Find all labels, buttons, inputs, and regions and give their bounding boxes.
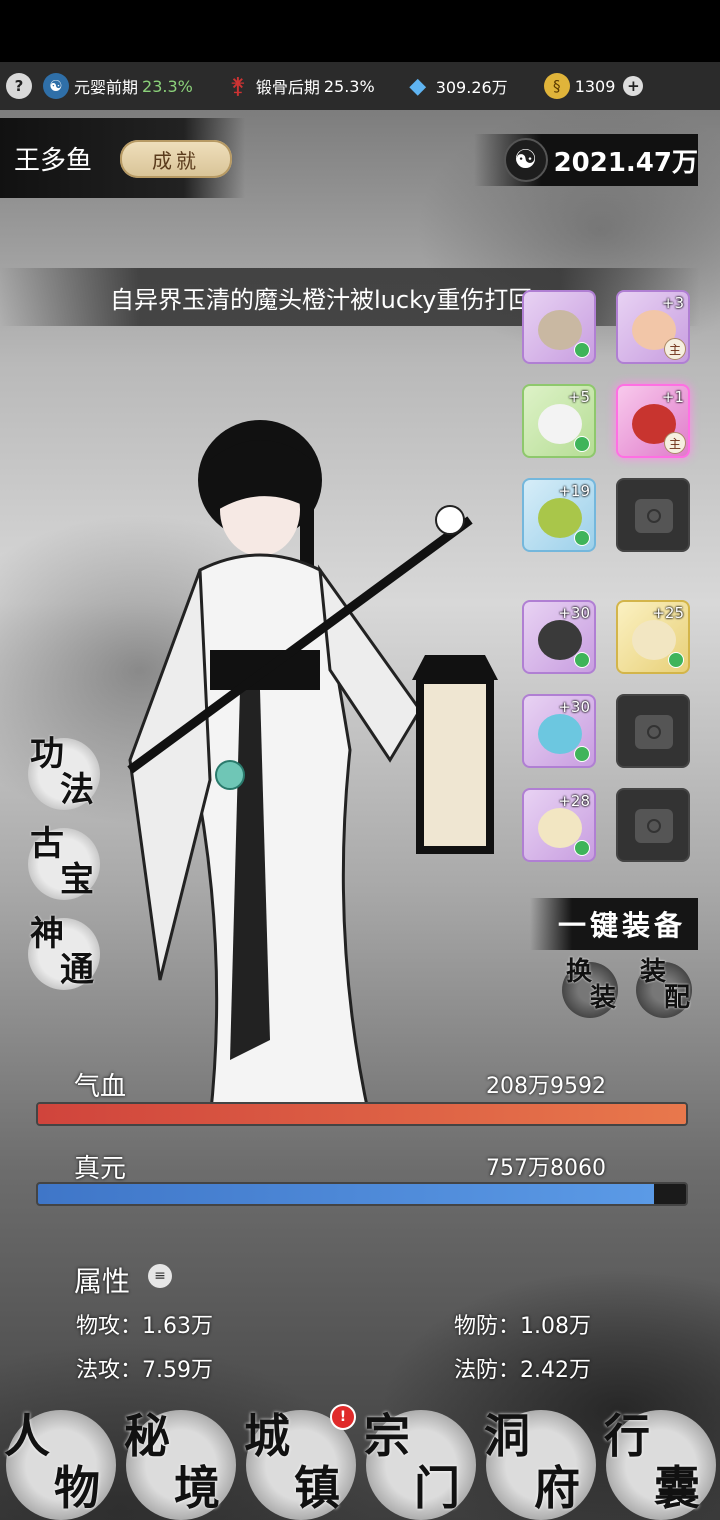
upgrade-dot-icon (574, 746, 590, 762)
player-name: 王多鱼 (14, 146, 93, 176)
realm-cultivation[interactable]: ☯ 元婴前期 23.3% (43, 73, 193, 99)
mag-atk: 法攻：7.59万 (76, 1358, 213, 1383)
upgrade-dot-icon (574, 436, 590, 452)
skill-divine-char-a: 神 (30, 914, 64, 954)
locked-slot-icon (635, 809, 673, 843)
mp-value: 757万8060 (486, 1156, 606, 1181)
locked-slot-icon (635, 715, 673, 749)
combat-power: ☯ 2021.47万 (473, 134, 698, 186)
add-icon[interactable]: + (623, 76, 644, 96)
resource-bar: ? ☯ 元婴前期 23.3% ⚵ 锻骨后期 25.3% ◆ 309.26万 § … (0, 62, 720, 110)
hp-label: 气血 (74, 1072, 127, 1102)
upgrade-dot-icon (574, 530, 590, 546)
skill-technique-char-a: 功 (30, 734, 64, 774)
skill-treasure-char-b: 宝 (60, 860, 94, 900)
equipment-slot[interactable] (616, 478, 690, 552)
gold-counter[interactable]: § 1309 + (543, 73, 649, 99)
yinyang-icon: ☯ (43, 73, 69, 99)
alert-badge: ! (330, 1404, 356, 1430)
nav-char-a: 行 (604, 1409, 650, 1463)
upgrade-dot-icon (574, 342, 590, 358)
skill-technique-char-b: 法 (60, 770, 94, 810)
news-text: 自异界玉清的魔头橙汁被lucky重伤打回, (110, 286, 540, 314)
locked-slot-icon (635, 499, 673, 533)
nav-char-b: 囊 (654, 1461, 700, 1515)
nav-char-a: 洞 (484, 1409, 530, 1463)
config-char-a: 装 (640, 957, 667, 987)
nav-char-a: 宗 (364, 1409, 410, 1463)
body-realm-label: 锻骨后期 (255, 78, 320, 97)
nav-char-b: 镇 (294, 1461, 340, 1515)
nav-char-b: 物 (54, 1461, 100, 1515)
equipment-level: +30 (558, 698, 590, 716)
skill-divine-char-b: 通 (60, 950, 94, 990)
character-illustration (127, 420, 498, 1122)
spirit-stone-counter[interactable]: ◆ 309.26万 (405, 73, 508, 99)
nav-char-a: 城 (244, 1409, 290, 1463)
mag-def: 法防：2.42万 (454, 1358, 591, 1383)
crystal-icon: ◆ (409, 73, 427, 99)
mp-bar-fill (38, 1184, 654, 1204)
achievement-button[interactable]: 成就 (120, 140, 232, 178)
hp-bar (36, 1102, 688, 1126)
coin-icon: § (543, 73, 570, 99)
spirit-stone-value: 309.26万 (435, 78, 508, 97)
mp-bar (36, 1182, 688, 1206)
question-icon: ? (6, 73, 32, 99)
main-badge: 主 (664, 432, 686, 454)
mp-label: 真元 (74, 1154, 127, 1184)
upgrade-dot-icon (668, 652, 684, 668)
equipment-slot[interactable] (616, 694, 690, 768)
nav-char-a: 秘 (124, 1409, 170, 1463)
nav-char-b: 府 (534, 1461, 580, 1515)
equipment-slot[interactable] (616, 788, 690, 862)
equipment-level: +3 (661, 294, 684, 312)
equipment-level: +1 (661, 388, 684, 406)
realm-percent: 23.3% (142, 76, 193, 96)
equipment-slot[interactable]: +30 (522, 600, 596, 674)
config-char-b: 配 (664, 983, 691, 1013)
equipment-slot[interactable]: +19 (522, 478, 596, 552)
one-key-equip-button[interactable]: 一键装备 (530, 898, 698, 950)
realm-body[interactable]: ⚵ 锻骨后期 25.3% (225, 73, 375, 99)
upgrade-dot-icon (574, 840, 590, 856)
realm-label: 元婴前期 (74, 78, 139, 97)
status-bar-area (0, 0, 720, 62)
main-badge: 主 (664, 338, 686, 360)
equipment-level: +19 (558, 482, 590, 500)
equipment-level: +28 (558, 792, 590, 810)
attributes-title: 属性 (74, 1265, 131, 1298)
skill-treasure-char-a: 古 (30, 824, 64, 864)
equipment-slot[interactable]: +25 (616, 600, 690, 674)
equipment-slot[interactable]: +3 主 (616, 290, 690, 364)
hp-bar-fill (38, 1104, 686, 1124)
swap-char-a: 换 (566, 957, 593, 987)
equipment-slot[interactable]: +1 主 (616, 384, 690, 458)
phys-atk: 物攻：1.63万 (76, 1314, 213, 1339)
nav-char-a: 人 (4, 1409, 50, 1463)
equipment-slot[interactable]: +28 (522, 788, 596, 862)
equipment-level: +25 (652, 604, 684, 622)
list-icon[interactable]: ≡ (148, 1264, 172, 1288)
equipment-slot[interactable]: +30 (522, 694, 596, 768)
gold-value: 1309 (574, 76, 616, 96)
nav-char-b: 境 (174, 1461, 220, 1515)
yinyang-icon: ☯ (503, 138, 548, 182)
hp-value: 208万9592 (486, 1074, 606, 1099)
equipment-level: +30 (558, 604, 590, 622)
nav-char-b: 门 (414, 1461, 460, 1515)
equipment-slot[interactable]: +5 (522, 384, 596, 458)
phys-def: 物防：1.08万 (454, 1314, 591, 1339)
body-forge-icon: ⚵ (229, 73, 246, 99)
help-button[interactable]: ? (6, 73, 37, 99)
equipment-level: +5 (567, 388, 590, 406)
upgrade-dot-icon (574, 652, 590, 668)
swap-char-b: 装 (590, 983, 617, 1013)
combat-power-value: 2021.47万 (553, 147, 698, 178)
equipment-slot[interactable] (522, 290, 596, 364)
body-realm-percent: 25.3% (323, 76, 375, 96)
